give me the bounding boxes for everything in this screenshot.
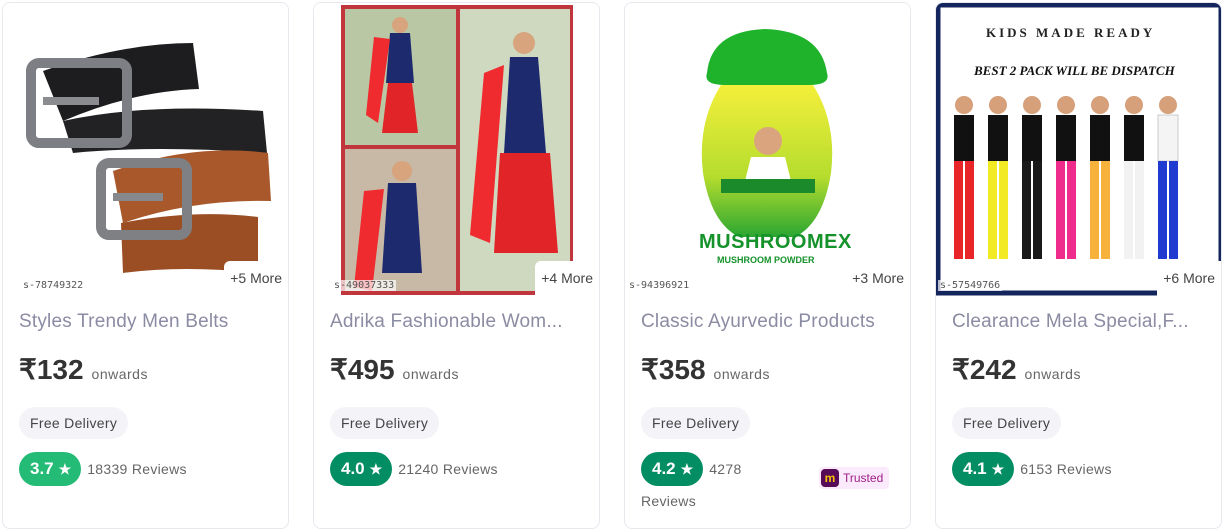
rating-value: 4.0 <box>341 459 365 478</box>
star-icon: ★ <box>991 460 1005 477</box>
product-card[interactable]: KIDS MADE READY BEST 2 PACK WILL BE DISP… <box>935 2 1222 529</box>
image-tagline: BEST 2 PACK WILL BE DISPATCH <box>974 63 1175 78</box>
belt-image <box>3 3 288 297</box>
rating-badge: 4.2 ★ <box>641 452 704 486</box>
product-title[interactable]: Styles Trendy Men Belts <box>19 311 277 333</box>
free-delivery-badge: Free Delivery <box>952 407 1062 439</box>
price-row: ₹495 onwards <box>330 353 459 386</box>
onwards-label: onwards <box>91 366 148 382</box>
product-card[interactable]: MUSHROOMEX MUSHROOM POWDER s-94396921 +3… <box>624 2 911 529</box>
rating-value: 4.1 <box>963 459 987 478</box>
star-icon: ★ <box>680 460 694 477</box>
onwards-label: onwards <box>713 366 770 382</box>
price: ₹132 <box>19 354 84 385</box>
star-icon: ★ <box>58 460 72 477</box>
onwards-label: onwards <box>402 366 459 382</box>
price-row: ₹132 onwards <box>19 353 148 386</box>
image-heading: KIDS MADE READY <box>986 25 1156 40</box>
rating-row: 4.2 ★ 4278 <box>641 452 742 486</box>
product-image[interactable]: KIDS MADE READY BEST 2 PACK WILL BE DISP… <box>936 3 1221 297</box>
review-count: 21240 Reviews <box>398 461 498 477</box>
review-count-label: Reviews <box>641 493 697 509</box>
product-image[interactable]: s-49037333 +4 More <box>314 3 599 297</box>
product-title[interactable]: Classic Ayurvedic Products <box>641 311 899 333</box>
rating-badge: 4.1 ★ <box>952 452 1015 486</box>
trusted-label: Trusted <box>843 471 884 485</box>
meesho-logo-icon: m <box>821 469 839 487</box>
product-id: s-94396921 <box>627 280 692 291</box>
rating-row: 4.0 ★ 21240 Reviews <box>330 452 498 486</box>
product-id: s-78749322 <box>21 280 86 291</box>
brand-subtitle: MUSHROOM POWDER <box>717 255 815 265</box>
price: ₹358 <box>641 354 706 385</box>
onwards-label: onwards <box>1024 366 1081 382</box>
product-id: s-57549766 <box>938 280 1003 291</box>
price: ₹495 <box>330 354 395 385</box>
product-image[interactable]: s-78749322 +5 More <box>3 3 288 297</box>
kids-leggings-image <box>936 3 1221 297</box>
review-count: 4278 <box>709 461 742 477</box>
free-delivery-badge: Free Delivery <box>19 407 129 439</box>
review-count: 6153 Reviews <box>1020 461 1112 477</box>
product-title[interactable]: Clearance Mela Special,F... <box>952 311 1210 333</box>
star-icon: ★ <box>369 460 383 477</box>
more-variants[interactable]: +3 More <box>846 261 910 297</box>
more-variants[interactable]: +6 More <box>1157 261 1221 297</box>
price-row: ₹358 onwards <box>641 353 770 386</box>
review-count: 18339 Reviews <box>87 461 187 477</box>
product-card[interactable]: s-49037333 +4 More Adrika Fashionable Wo… <box>313 2 600 529</box>
free-delivery-badge: Free Delivery <box>330 407 440 439</box>
price: ₹242 <box>952 354 1017 385</box>
suit-collage-image <box>314 3 599 297</box>
rating-value: 4.2 <box>652 459 676 478</box>
rating-badge: 3.7 ★ <box>19 452 82 486</box>
trusted-badge: m Trusted <box>819 467 890 489</box>
rating-badge: 4.0 ★ <box>330 452 393 486</box>
product-card[interactable]: s-78749322 +5 More Styles Trendy Men Bel… <box>2 2 289 529</box>
rating-row: 4.1 ★ 6153 Reviews <box>952 452 1112 486</box>
rating-value: 3.7 <box>30 459 54 478</box>
more-variants[interactable]: +5 More <box>224 261 288 297</box>
price-row: ₹242 onwards <box>952 353 1081 386</box>
product-image[interactable]: MUSHROOMEX MUSHROOM POWDER s-94396921 +3… <box>625 3 910 297</box>
brand-name: MUSHROOMEX <box>699 231 852 253</box>
product-id: s-49037333 <box>332 280 397 291</box>
free-delivery-badge: Free Delivery <box>641 407 751 439</box>
rating-row: 3.7 ★ 18339 Reviews <box>19 452 187 486</box>
product-title[interactable]: Adrika Fashionable Wom... <box>330 311 588 333</box>
more-variants[interactable]: +4 More <box>535 261 599 297</box>
